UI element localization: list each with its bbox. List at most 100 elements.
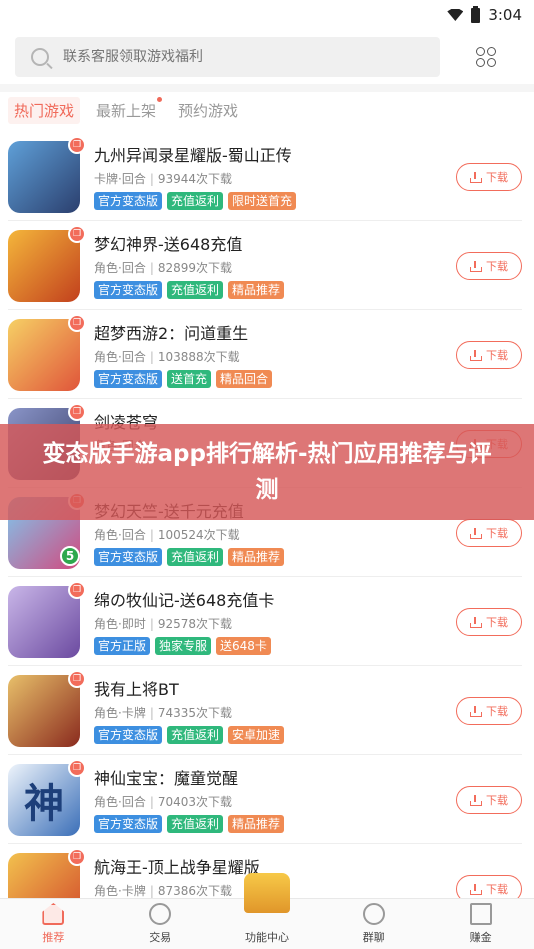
game-tags: 官方变态版 充值返利 安卓加速	[94, 726, 285, 744]
nav-earn[interactable]: 赚金	[427, 899, 534, 949]
game-tag: 限时送首充	[228, 192, 297, 210]
game-title[interactable]: 航海王-顶上战争星耀版	[94, 854, 260, 878]
game-icon[interactable]	[8, 319, 80, 391]
download-icon	[470, 883, 482, 895]
tab-new-releases[interactable]: 最新上架	[90, 96, 163, 124]
nav-function-center[interactable]: 功能中心	[214, 873, 321, 949]
meta-separator: |	[149, 261, 154, 275]
game-tag: 精品推荐	[228, 815, 285, 833]
download-icon	[470, 794, 482, 806]
download-button[interactable]: 下载	[456, 252, 522, 280]
game-genre: 角色·回合	[94, 528, 146, 542]
game-row[interactable]: ❒ 梦幻神界-送648充值 角色·回合 | 82899次下载 官方变态版 充值返利 精品推荐 下…	[8, 221, 522, 310]
game-downloads: 87386次下载	[157, 884, 233, 898]
game-row[interactable]: ❒ 绵の牧仙记-送648充值卡角色·即时 | 92578次下载官方正版 独家专服 送648…	[8, 577, 522, 666]
game-row[interactable]: ❒ 超梦西游2：问道重生 角色·回合 | 103888次下载 官方变态版 送首充 精品回合 下载	[8, 310, 522, 399]
game-tag: 官方正版	[94, 637, 151, 655]
download-icon	[470, 705, 482, 717]
nav-recommend[interactable]: 推荐	[0, 899, 107, 949]
search-input[interactable]	[63, 49, 403, 65]
game-row[interactable]: ❒ 九州异闻录星耀版-蜀山正传 卡牌·回合 | 93944次下载 官方变态版 充值返利 限时送…	[8, 132, 522, 221]
overlay-banner: 变态版手游app排行解析-热门应用推荐与评测	[0, 424, 534, 520]
game-meta: 卡牌·回合 | 93944次下载	[94, 170, 232, 187]
game-tag: 官方变态版	[94, 370, 163, 388]
game-tag: 送首充	[167, 370, 212, 388]
game-title[interactable]: 神仙宝宝：魔童觉醒	[94, 765, 238, 789]
game-genre: 角色·回合	[94, 350, 146, 364]
download-icon	[470, 171, 482, 183]
gift-icon: ❒	[68, 670, 86, 688]
game-icon[interactable]	[8, 141, 80, 213]
download-icon	[470, 616, 482, 628]
game-row[interactable]: ❒ 我有上将BT 角色·卡牌 | 74335次下载 官方变态版 充值返利 安卓加速 下载	[8, 666, 522, 755]
game-tag: 精品推荐	[228, 281, 285, 299]
game-title[interactable]: 我有上将BT	[94, 676, 179, 700]
download-icon	[470, 527, 482, 539]
game-tag: 充值返利	[167, 815, 224, 833]
game-tag: 官方变态版	[94, 815, 163, 833]
home-icon	[42, 903, 65, 925]
download-label: 下载	[486, 260, 508, 273]
download-button[interactable]: 下载	[456, 341, 522, 369]
search-row	[0, 32, 534, 82]
game-tag: 安卓加速	[228, 726, 285, 744]
tab-hot-games[interactable]: 热门游戏	[8, 96, 81, 124]
game-tags: 官方变态版 充值返利 精品推荐	[94, 548, 285, 566]
game-title[interactable]: 绵の牧仙记-送648充值卡	[94, 587, 274, 611]
game-downloads: 74335次下载	[157, 706, 233, 720]
game-tag: 精品回合	[216, 370, 273, 388]
game-tags: 官方变态版 充值返利 限时送首充	[94, 192, 297, 210]
game-tag: 充值返利	[167, 192, 224, 210]
game-tag: 充值返利	[167, 726, 224, 744]
game-downloads: 93944次下载	[157, 172, 233, 186]
game-tag: 官方变态版	[94, 281, 163, 299]
new-dot-indicator	[157, 96, 163, 102]
search-box[interactable]	[15, 37, 440, 77]
game-downloads: 103888次下载	[157, 350, 240, 364]
nav-group-chat[interactable]: 群聊	[320, 899, 427, 949]
game-downloads: 70403次下载	[157, 795, 233, 809]
game-genre: 角色·即时	[94, 617, 146, 631]
category-grid-icon[interactable]	[476, 47, 496, 67]
game-title[interactable]: 梦幻神界-送648充值	[94, 231, 242, 255]
game-icon[interactable]: 神	[8, 764, 80, 836]
game-meta: 角色·即时 | 92578次下载	[94, 615, 232, 632]
game-downloads: 92578次下载	[157, 617, 233, 631]
search-icon	[31, 48, 49, 66]
game-icon[interactable]	[8, 586, 80, 658]
download-button[interactable]: 下载	[456, 608, 522, 636]
game-icon[interactable]	[8, 230, 80, 302]
status-bar: 3:04	[0, 0, 534, 30]
wifi-icon	[447, 9, 464, 21]
nav-trade[interactable]: 交易	[107, 899, 214, 949]
game-row[interactable]: 神 ❒ 神仙宝宝：魔童觉醒 角色·回合 | 70403次下载 官方变态版 充值返利 精品推荐 下载	[8, 755, 522, 844]
download-button[interactable]: 下载	[456, 697, 522, 725]
download-button[interactable]: 下载	[456, 519, 522, 547]
meta-separator: |	[149, 884, 154, 898]
treasure-icon	[243, 873, 290, 913]
battery-icon	[471, 5, 481, 23]
game-tag: 充值返利	[167, 281, 224, 299]
game-meta: 角色·回合 | 100524次下载	[94, 526, 240, 543]
bottom-nav: 推荐 交易 功能中心 群聊 赚金	[0, 873, 534, 949]
meta-separator: |	[149, 795, 154, 809]
download-label: 下载	[486, 883, 508, 896]
meta-separator: |	[149, 528, 154, 542]
download-label: 下载	[486, 616, 508, 629]
game-genre: 角色·回合	[94, 261, 146, 275]
game-title[interactable]: 超梦西游2：问道重生	[94, 320, 248, 344]
book-icon	[469, 903, 492, 925]
gift-icon: ❒	[68, 581, 86, 599]
game-tags: 官方变态版 充值返利 精品推荐	[94, 815, 285, 833]
chat-icon	[362, 903, 385, 925]
gift-icon: ❒	[68, 759, 86, 777]
download-label: 下载	[486, 171, 508, 184]
game-title[interactable]: 九州异闻录星耀版-蜀山正传	[94, 142, 292, 166]
game-tags: 官方正版 独家专服 送648卡	[94, 637, 271, 655]
meta-separator: |	[149, 706, 154, 720]
tab-preorder-games[interactable]: 预约游戏	[172, 97, 244, 124]
download-button[interactable]: 下载	[456, 163, 522, 191]
game-icon[interactable]	[8, 675, 80, 747]
game-genre: 角色·卡牌	[94, 884, 146, 898]
download-button[interactable]: 下载	[456, 786, 522, 814]
